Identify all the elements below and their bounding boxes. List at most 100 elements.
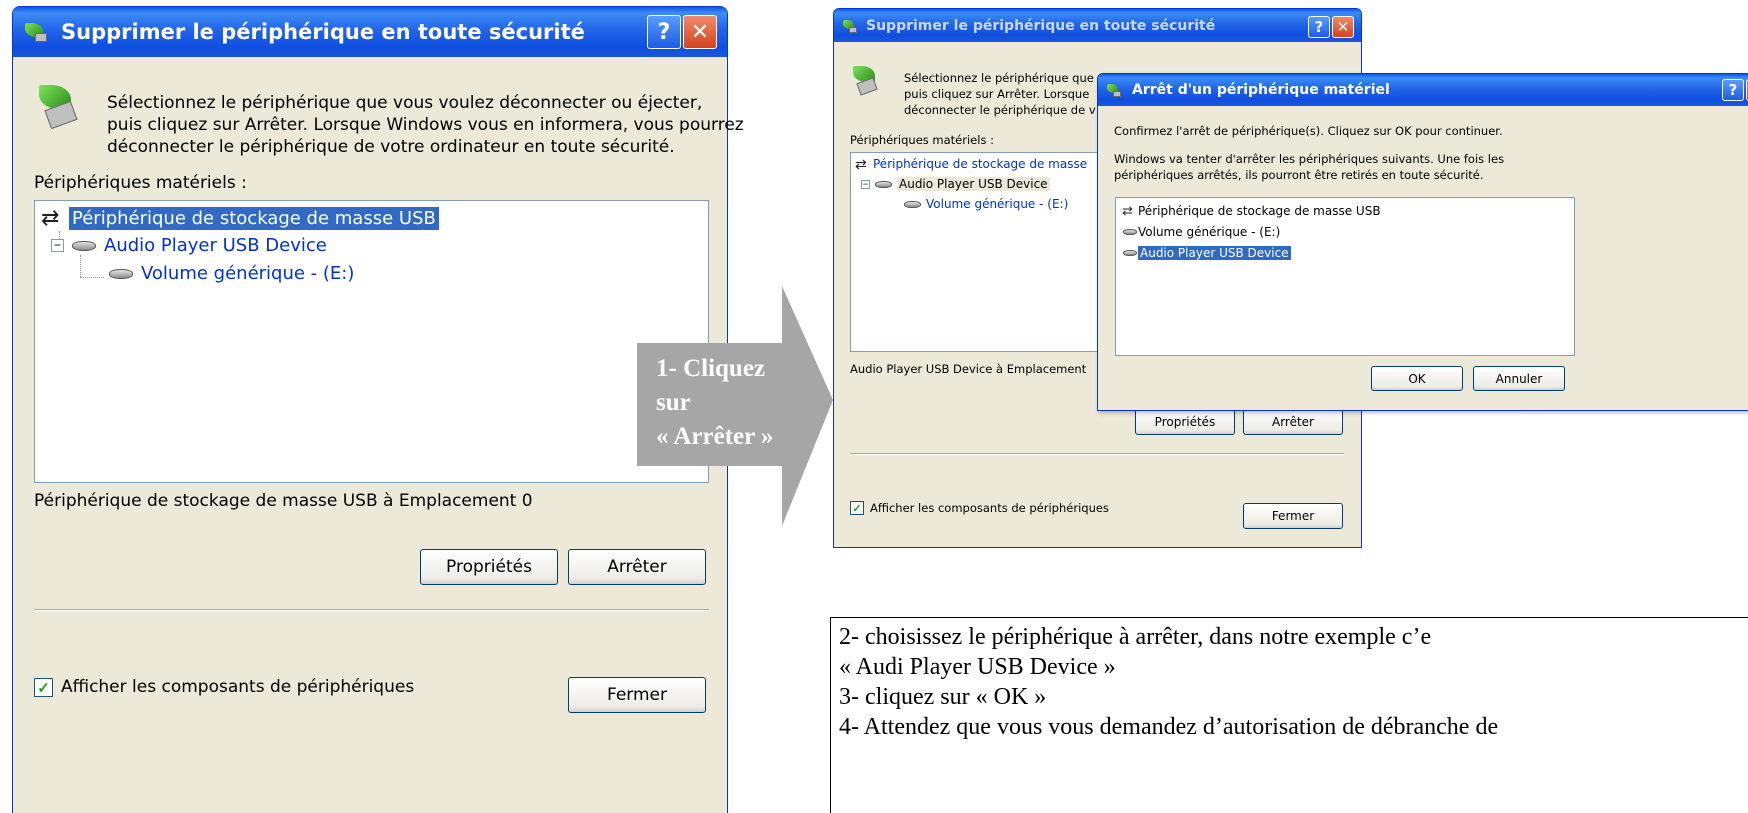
background-close-button[interactable]: ✕ bbox=[1332, 16, 1354, 38]
properties-button-label: Propriétés bbox=[446, 557, 532, 577]
usb-icon: ⇄ bbox=[41, 205, 60, 230]
stop-dialog-title: Arrêt d'un périphérique matériel bbox=[1132, 82, 1390, 98]
tree-item-label: Volume générique - (E:) bbox=[926, 197, 1069, 211]
help-icon: ? bbox=[657, 19, 671, 45]
safely-remove-icon bbox=[1106, 82, 1122, 98]
list-item-label: Volume générique - (E:) bbox=[1138, 225, 1281, 239]
device-status-text: Périphérique de stockage de masse USB à … bbox=[34, 491, 533, 511]
stop-button[interactable]: Arrêter bbox=[1243, 409, 1343, 435]
divider bbox=[850, 453, 1344, 455]
show-components-checkbox[interactable]: ✓ bbox=[850, 501, 864, 515]
close-icon: ✕ bbox=[690, 19, 710, 45]
safely-remove-icon bbox=[842, 18, 858, 34]
stop-device-dialog: Arrêt d'un périphérique matériel ? ✕ Con… bbox=[1097, 73, 1748, 411]
cancel-button-label: Annuler bbox=[1495, 371, 1543, 386]
arrow-text-line-3: « Arrêter » bbox=[656, 423, 774, 450]
eject-device-icon bbox=[35, 83, 83, 131]
tree-item-label: Périphérique de stockage de masse USB bbox=[69, 206, 439, 230]
show-components-label: Afficher les composants de périphériques bbox=[870, 501, 1109, 515]
stop-dialog-help-button[interactable]: ? bbox=[1722, 79, 1744, 101]
drive-icon bbox=[107, 263, 137, 283]
eject-device-icon bbox=[850, 65, 882, 97]
tree-item-label: Périphérique de stockage de masse bbox=[873, 157, 1088, 171]
stop-button-label: Arrêter bbox=[607, 557, 667, 577]
main-instruction-line-3: déconnecter le périphérique de votre ord… bbox=[107, 137, 675, 157]
properties-button[interactable]: Propriétés bbox=[1135, 409, 1235, 435]
properties-button[interactable]: Propriétés bbox=[420, 549, 558, 585]
background-titlebar[interactable]: Supprimer le périphérique en toute sécur… bbox=[834, 9, 1361, 42]
instructions-box: 2- choisissez le périphérique à arrêter,… bbox=[830, 617, 1748, 813]
arrow-text-line-2: sur bbox=[656, 389, 691, 416]
tree-item-usb-mass-storage[interactable]: ⇄ Périphérique de stockage de masse bbox=[855, 155, 1087, 173]
help-icon: ? bbox=[1314, 18, 1324, 36]
main-help-button[interactable]: ? bbox=[647, 15, 681, 49]
help-icon: ? bbox=[1728, 81, 1738, 99]
drive-icon bbox=[903, 197, 923, 211]
list-item[interactable]: ⇄ Périphérique de stockage de masse USB bbox=[1122, 202, 1381, 220]
stop-info-line-2: périphériques arrêtés, ils pourront être… bbox=[1114, 168, 1484, 182]
ok-button[interactable]: OK bbox=[1371, 366, 1463, 391]
background-title: Supprimer le périphérique en toute sécur… bbox=[866, 17, 1216, 34]
usb-icon: ⇄ bbox=[1122, 203, 1133, 218]
stop-button[interactable]: Arrêter bbox=[568, 549, 706, 585]
tree-item-label: Volume générique - (E:) bbox=[141, 262, 355, 284]
list-item[interactable]: Volume générique - (E:) bbox=[1122, 223, 1280, 241]
drive-icon bbox=[1122, 225, 1138, 239]
instruction-step-3: 3- cliquez sur « OK » bbox=[839, 684, 1047, 710]
tree-item-label: Audio Player USB Device bbox=[897, 177, 1050, 191]
tree-item-usb-mass-storage[interactable]: ⇄ Périphérique de stockage de masse USB bbox=[41, 205, 439, 231]
hardware-device-tree[interactable]: ⇄ Périphérique de stockage de masse USB … bbox=[34, 200, 709, 483]
stop-button-label: Arrêter bbox=[1271, 415, 1314, 429]
stop-info-line-1: Windows va tenter d'arrêter les périphér… bbox=[1114, 152, 1505, 166]
drive-icon bbox=[1122, 246, 1138, 260]
background-instruction-line-3: déconnecter le périphérique de v bbox=[904, 103, 1096, 117]
tree-item-audio-player[interactable]: − Audio Player USB Device bbox=[51, 233, 327, 257]
list-item-selected[interactable]: Audio Player USB Device bbox=[1122, 244, 1291, 262]
tree-item-label: Audio Player USB Device bbox=[104, 234, 327, 256]
show-components-checkbox[interactable]: ✓ bbox=[34, 678, 53, 697]
main-instruction-line-1: Sélectionnez le périphérique que vous vo… bbox=[107, 93, 703, 113]
background-help-button[interactable]: ? bbox=[1308, 16, 1330, 38]
tree-item-audio-player[interactable]: − Audio Player USB Device bbox=[861, 175, 1050, 193]
close-button[interactable]: Fermer bbox=[568, 677, 706, 713]
drive-icon bbox=[874, 177, 894, 191]
stop-dialog-titlebar[interactable]: Arrêt d'un périphérique matériel bbox=[1098, 74, 1748, 106]
main-dialog: Supprimer le périphérique en toute sécur… bbox=[12, 6, 744, 813]
background-instruction-line-2: puis cliquez sur Arrêter. Lorsque bbox=[904, 87, 1090, 101]
close-button-label: Fermer bbox=[606, 685, 667, 705]
ok-button-label: OK bbox=[1408, 371, 1426, 386]
background-instruction-line-1: Sélectionnez le périphérique que bbox=[904, 71, 1094, 85]
collapse-icon[interactable]: − bbox=[51, 238, 64, 252]
show-components-label: Afficher les composants de périphériques bbox=[61, 677, 415, 697]
collapse-icon[interactable]: − bbox=[861, 179, 870, 189]
close-icon: ✕ bbox=[1336, 18, 1350, 36]
device-status-text: Audio Player USB Device à Emplacement bbox=[850, 362, 1087, 376]
devices-to-stop-list[interactable]: ⇄ Périphérique de stockage de masse USB … bbox=[1115, 197, 1575, 356]
usb-icon: ⇄ bbox=[855, 155, 867, 172]
instruction-step-2: 2- choisissez le périphérique à arrêter,… bbox=[839, 624, 1432, 650]
tree-line bbox=[80, 255, 81, 277]
hardware-devices-label: Périphériques matériels : bbox=[34, 173, 247, 193]
tree-line bbox=[80, 277, 104, 278]
drive-icon bbox=[70, 235, 100, 255]
arrow-text-line-1: 1- Cliquez bbox=[656, 355, 766, 382]
hardware-devices-label: Périphériques matériels : bbox=[850, 133, 994, 147]
arrow-annotation-text: 1- Cliquez sur « Arrêter » bbox=[656, 352, 774, 454]
properties-button-label: Propriétés bbox=[1154, 415, 1216, 429]
main-close-button[interactable]: ✕ bbox=[683, 15, 717, 49]
tree-item-generic-volume[interactable]: Volume générique - (E:) bbox=[903, 195, 1068, 213]
confirm-text: Confirmez l'arrêt de périphérique(s). Cl… bbox=[1114, 124, 1503, 138]
instruction-step-4: 4- Attendez que vous vous demandez d’aut… bbox=[839, 714, 1499, 740]
safely-remove-icon bbox=[23, 19, 49, 45]
cancel-button[interactable]: Annuler bbox=[1473, 366, 1565, 391]
close-button[interactable]: Fermer bbox=[1243, 503, 1343, 529]
tree-item-generic-volume[interactable]: Volume générique - (E:) bbox=[107, 261, 354, 285]
divider bbox=[34, 609, 709, 611]
list-item-label: Périphérique de stockage de masse USB bbox=[1138, 204, 1381, 218]
main-title: Supprimer le périphérique en toute sécur… bbox=[61, 20, 585, 44]
instruction-step-2-example: « Audi Player USB Device » bbox=[839, 654, 1116, 680]
list-item-label: Audio Player USB Device bbox=[1138, 246, 1291, 260]
close-button-label: Fermer bbox=[1271, 509, 1315, 523]
main-instruction-line-2: puis cliquez sur Arrêter. Lorsque Window… bbox=[107, 115, 744, 135]
main-titlebar[interactable]: Supprimer le périphérique en toute sécur… bbox=[13, 7, 727, 57]
